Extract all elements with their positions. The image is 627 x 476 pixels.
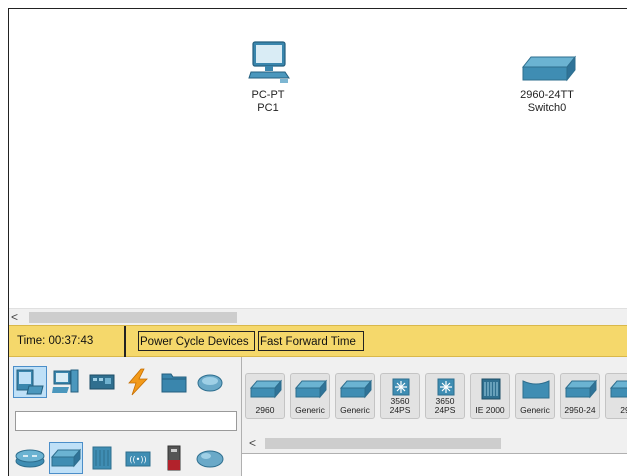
model-generic-switch[interactable]: Generic — [290, 373, 330, 419]
device-name-label: PC1 — [257, 102, 279, 114]
switch-icon — [609, 380, 627, 398]
wan-emulation-icon[interactable] — [193, 442, 227, 474]
security-icon[interactable] — [157, 442, 191, 474]
device-subcategory-row: ((•)) — [13, 441, 227, 475]
switch-icon — [249, 379, 283, 399]
model-label: IE 2000 — [475, 405, 505, 415]
network-devices-icon[interactable] — [13, 366, 47, 398]
end-devices-icon[interactable] — [49, 366, 83, 398]
switch-icon — [294, 379, 328, 399]
realtime-bar: Time: 00:37:43 Power Cycle Devices Fast … — [9, 325, 627, 358]
model-3560-24ps[interactable]: 3560 24PS — [380, 373, 420, 419]
wireless-devices-icon[interactable]: ((•)) — [121, 442, 155, 474]
scroll-left-arrow[interactable]: < — [249, 436, 256, 450]
industrial-switch-icon — [481, 378, 501, 400]
model-generic-switch[interactable]: Generic — [335, 373, 375, 419]
model-label: Generic — [295, 405, 325, 415]
model-2950-24[interactable]: 2950-24 — [560, 373, 600, 419]
model-label: 2960 — [255, 405, 275, 415]
switch-icon — [339, 379, 373, 399]
device-pc1[interactable]: PC-PT PC1 — [243, 39, 293, 115]
device-switch0[interactable]: 2960-24TT Switch0 — [507, 53, 587, 115]
device-type-panel: ((•)) 2960 Generic Generic 3560 24PS 365… — [9, 357, 627, 476]
connections-icon[interactable] — [121, 366, 155, 398]
device-description-box — [242, 453, 627, 476]
model-label: 2950-24 — [564, 405, 596, 415]
switches-icon[interactable] — [49, 442, 83, 474]
workspace-horizontal-scrollbar[interactable]: < — [9, 308, 627, 326]
model-list-scrollbar[interactable]: < — [245, 435, 627, 452]
device-search-input[interactable] — [15, 411, 237, 431]
model-2960[interactable]: 2960 — [245, 373, 285, 419]
scroll-left-arrow[interactable]: < — [11, 310, 18, 324]
switch-icon — [564, 379, 598, 399]
time-display: Time: 00:37:43 — [17, 335, 94, 347]
device-name-label: Switch0 — [527, 102, 567, 114]
packet-tracer-window: PC-PT PC1 2960-24TT Switch0 < Time: 00:3… — [8, 8, 627, 476]
pc-icon — [245, 41, 291, 88]
device-model-list: 2960 Generic Generic 3560 24PS 3650 24PS… — [245, 373, 627, 419]
model-29-partial[interactable]: 29 — [605, 373, 627, 419]
logical-workspace[interactable]: PC-PT PC1 2960-24TT Switch0 — [9, 9, 627, 309]
model-label: 3560 24PS — [389, 396, 411, 415]
svg-text:((•)): ((•)) — [129, 455, 146, 464]
model-label: Generic — [340, 405, 370, 415]
components-icon[interactable] — [85, 366, 119, 398]
routers-icon[interactable] — [13, 442, 47, 474]
scrollbar-thumb[interactable] — [29, 312, 237, 323]
hubs-icon[interactable] — [85, 442, 119, 474]
scrollbar-thumb[interactable] — [265, 438, 501, 449]
multiuser-cloud-icon[interactable] — [193, 366, 227, 398]
switch-icon — [517, 55, 577, 88]
miscellaneous-icon[interactable] — [157, 366, 191, 398]
model-label: 3650 24PS — [434, 396, 456, 415]
device-model-label: 2960-24TT — [520, 89, 574, 101]
bridge-icon — [522, 380, 550, 399]
model-label: Generic — [520, 405, 550, 415]
model-generic-bridge[interactable]: Generic — [515, 373, 555, 419]
model-ie-2000[interactable]: IE 2000 — [470, 373, 510, 419]
device-category-row — [13, 365, 227, 399]
device-model-label: PC-PT — [251, 89, 285, 101]
time-separator — [124, 326, 126, 358]
fast-forward-time-button[interactable]: Fast Forward Time — [258, 331, 364, 351]
model-label: 29 — [620, 405, 627, 415]
model-3650-24ps[interactable]: 3650 24PS — [425, 373, 465, 419]
power-cycle-devices-button[interactable]: Power Cycle Devices — [138, 331, 255, 351]
